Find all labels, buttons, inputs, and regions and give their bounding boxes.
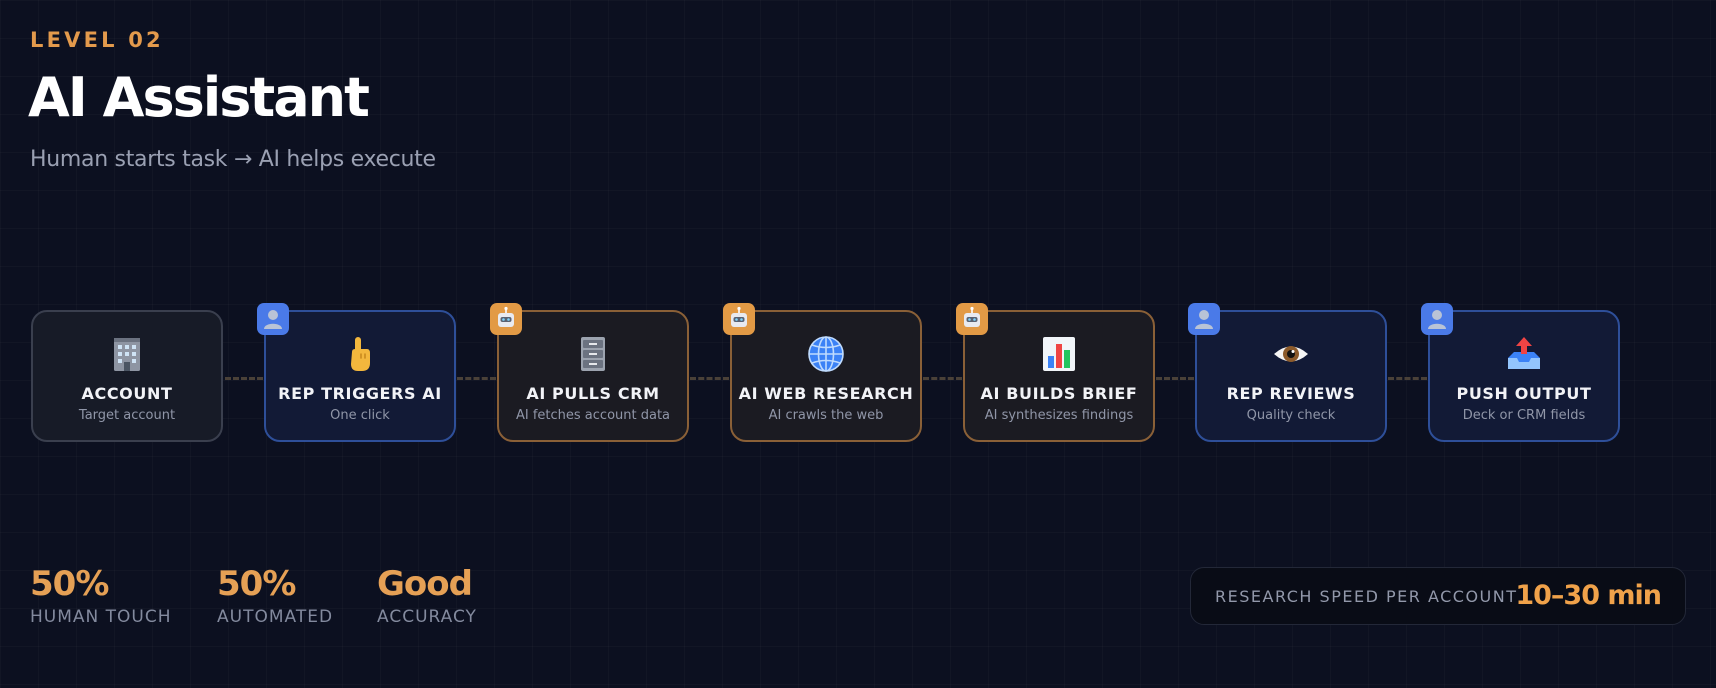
flow-step-ai-builds-brief: AI BUILDS BRIEF AI synthesizes findings: [956, 303, 1155, 442]
human-badge: [1421, 303, 1453, 335]
flow-step-label: REP TRIGGERS AI: [278, 384, 442, 403]
ai-badge: [723, 303, 755, 335]
flow-step-ai-web-research: AI WEB RESEARCH AI crawls the web: [723, 303, 922, 442]
ai-badge: [490, 303, 522, 335]
stat-value: Good: [377, 564, 473, 604]
robot-icon: [731, 306, 747, 327]
flow-step-description: One click: [330, 408, 390, 423]
flow-step-label: AI PULLS CRM: [526, 384, 660, 403]
file-cabinet-icon: [581, 337, 605, 371]
stat-value: 50%: [30, 564, 109, 604]
connector-line: [457, 377, 496, 380]
flow-step-push-output: PUSH OUTPUT Deck or CRM fields: [1421, 303, 1620, 442]
flow-step-description: Target account: [78, 408, 176, 423]
connector-line: [1156, 377, 1194, 380]
globe-icon: [808, 336, 844, 372]
speed-value: 10–30 min: [1515, 580, 1662, 611]
office-building-icon: [114, 338, 140, 371]
bar-chart-icon: [1043, 337, 1075, 371]
human-badge: [257, 303, 289, 335]
research-speed-panel: RESEARCH SPEED PER ACCOUNT 10–30 min: [1190, 567, 1686, 625]
flow-step-ai-pulls-crm: AI PULLS CRM AI fetches account data: [490, 303, 689, 442]
outbox-tray-icon: [1508, 337, 1540, 369]
connector-line: [225, 377, 263, 380]
speed-label: RESEARCH SPEED PER ACCOUNT: [1215, 587, 1518, 606]
flow-step-description: AI synthesizes findings: [984, 408, 1134, 423]
stat-value: 50%: [217, 564, 296, 604]
flow-step-label: AI BUILDS BRIEF: [980, 384, 1138, 403]
stat-accuracy: Good ACCURACY: [377, 564, 477, 627]
connector-line: [1388, 377, 1427, 380]
stat-label: HUMAN TOUCH: [30, 607, 172, 627]
flow-step-account: ACCOUNT Target account: [31, 310, 223, 442]
connector-line: [923, 377, 962, 380]
flow-step-label: REP REVIEWS: [1226, 384, 1356, 403]
flow-step-description: Deck or CRM fields: [1462, 408, 1586, 423]
pointing-hand-icon: [351, 337, 370, 371]
stat-human-touch: 50% HUMAN TOUCH: [30, 564, 172, 627]
stat-automated: 50% AUTOMATED: [217, 564, 333, 627]
ai-badge: [956, 303, 988, 335]
flow-step-description: Quality check: [1246, 408, 1336, 423]
person-icon: [1195, 310, 1213, 329]
robot-icon: [498, 306, 514, 327]
connector-line: [690, 377, 729, 380]
flow-step-rep-reviews: REP REVIEWS Quality check: [1188, 303, 1387, 442]
human-badge: [1188, 303, 1220, 335]
flow-step-label: PUSH OUTPUT: [1456, 384, 1592, 403]
eye-icon: [1274, 346, 1308, 362]
person-icon: [264, 310, 282, 329]
flow-step-label: ACCOUNT: [81, 384, 173, 403]
flow-step-label: AI WEB RESEARCH: [738, 384, 914, 403]
flow-step-rep-triggers-ai: REP TRIGGERS AI One click: [257, 303, 456, 442]
flow-step-description: AI fetches account data: [515, 408, 671, 423]
robot-icon: [964, 306, 980, 327]
stat-label: AUTOMATED: [217, 607, 334, 627]
flow-step-description: AI crawls the web: [768, 408, 884, 423]
stat-label: ACCURACY: [377, 607, 477, 627]
person-icon: [1428, 310, 1446, 329]
